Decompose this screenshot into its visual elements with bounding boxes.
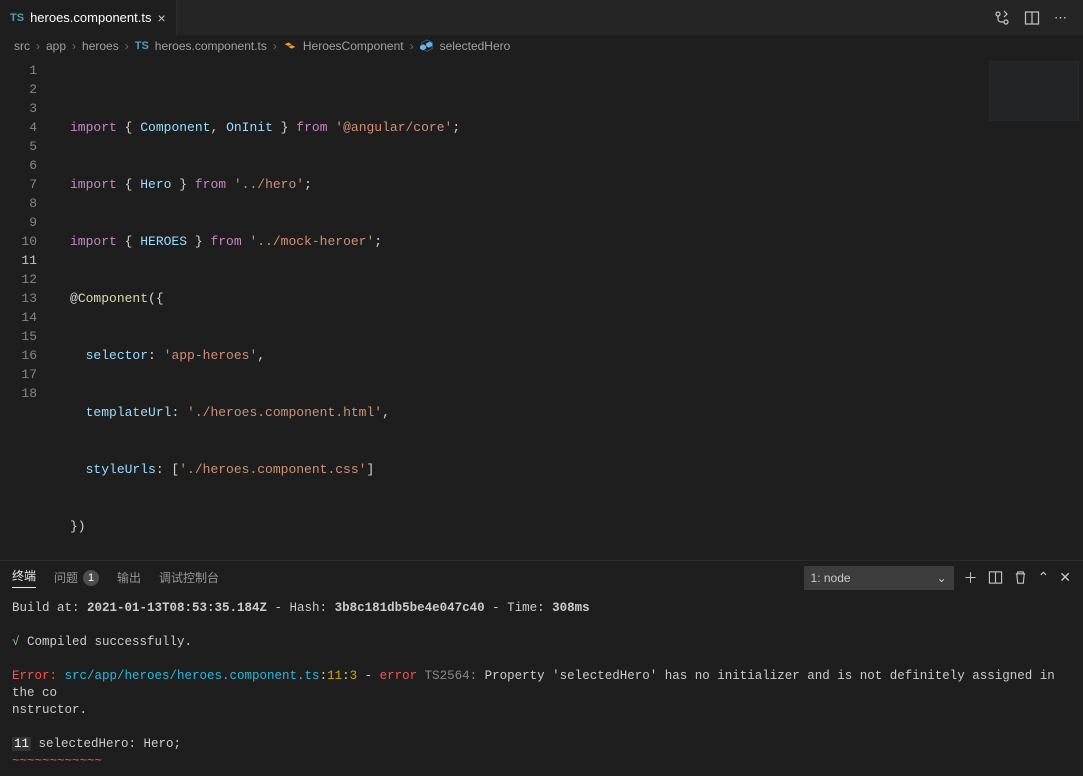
tab-label: heroes.component.ts bbox=[30, 10, 151, 25]
breadcrumb-item[interactable]: selectedHero bbox=[440, 39, 511, 53]
close-panel-icon[interactable]: ✕ bbox=[1059, 569, 1071, 586]
breadcrumb-item[interactable]: heroes.component.ts bbox=[155, 39, 267, 53]
tab-actions: ⋯ bbox=[986, 0, 1075, 35]
line-number[interactable]: 11 bbox=[0, 251, 37, 270]
problems-count-badge: 1 bbox=[83, 570, 99, 586]
line-number[interactable]: 3 bbox=[0, 99, 37, 118]
editor-area: 1 2 3 4 5 6 7 8 9 10 11 12 13 14 15 16 1… bbox=[0, 57, 1083, 560]
line-number[interactable]: 12 bbox=[0, 270, 37, 289]
breadcrumb-item[interactable]: heroes bbox=[82, 39, 119, 53]
panel-tabs: 终端 问题1 输出 调试控制台 1: node ⌄ ＋ ⌃ ✕ bbox=[0, 561, 1083, 594]
chevron-right-icon: › bbox=[273, 39, 277, 53]
ts-file-icon: TS bbox=[135, 40, 149, 52]
line-number[interactable]: 7 bbox=[0, 175, 37, 194]
split-terminal-icon[interactable] bbox=[988, 570, 1003, 585]
close-tab-icon[interactable]: × bbox=[157, 10, 165, 26]
kill-terminal-icon[interactable] bbox=[1013, 570, 1028, 585]
class-icon bbox=[283, 39, 297, 53]
ts-file-icon: TS bbox=[10, 12, 24, 24]
line-number[interactable]: 16 bbox=[0, 346, 37, 365]
more-actions-icon[interactable]: ⋯ bbox=[1054, 10, 1067, 26]
chevron-down-icon: ⌄ bbox=[936, 571, 946, 585]
line-number[interactable]: 6 bbox=[0, 156, 37, 175]
editor-tab[interactable]: TS heroes.component.ts × bbox=[0, 0, 177, 35]
line-number[interactable]: 17 bbox=[0, 365, 37, 384]
terminal-select[interactable]: 1: node ⌄ bbox=[804, 566, 954, 590]
compare-changes-icon[interactable] bbox=[994, 10, 1010, 26]
breadcrumb: src › app › heroes › TS heroes.component… bbox=[0, 35, 1083, 57]
line-number[interactable]: 15 bbox=[0, 327, 37, 346]
breadcrumb-item[interactable]: src bbox=[14, 39, 30, 53]
tab-bar: TS heroes.component.ts × ⋯ bbox=[0, 0, 1083, 35]
tab-terminal[interactable]: 终端 bbox=[12, 567, 36, 588]
breadcrumb-item[interactable]: app bbox=[46, 39, 66, 53]
field-icon bbox=[420, 39, 434, 53]
breadcrumb-item[interactable]: HeroesComponent bbox=[303, 39, 404, 53]
chevron-right-icon: › bbox=[125, 39, 129, 53]
new-terminal-icon[interactable]: ＋ bbox=[964, 568, 978, 588]
line-number[interactable]: 9 bbox=[0, 213, 37, 232]
line-number[interactable]: 18 bbox=[0, 384, 37, 403]
line-number[interactable]: 8 bbox=[0, 194, 37, 213]
maximize-panel-icon[interactable]: ⌃ bbox=[1038, 569, 1050, 586]
code-content[interactable]: import { Component, OnInit } from '@angu… bbox=[55, 57, 1083, 560]
split-editor-icon[interactable] bbox=[1024, 10, 1040, 26]
tab-output[interactable]: 输出 bbox=[117, 569, 141, 586]
chevron-right-icon: › bbox=[72, 39, 76, 53]
line-number[interactable]: 4 bbox=[0, 118, 37, 137]
line-number[interactable]: 14 bbox=[0, 308, 37, 327]
chevron-right-icon: › bbox=[36, 39, 40, 53]
line-gutter: 1 2 3 4 5 6 7 8 9 10 11 12 13 14 15 16 1… bbox=[0, 57, 55, 560]
line-number[interactable]: 2 bbox=[0, 80, 37, 99]
line-number[interactable]: 10 bbox=[0, 232, 37, 251]
chevron-right-icon: › bbox=[410, 39, 414, 53]
bottom-panel: 终端 问题1 输出 调试控制台 1: node ⌄ ＋ ⌃ ✕ Build at… bbox=[0, 560, 1083, 776]
line-number[interactable]: 1 bbox=[0, 61, 37, 80]
tab-debug-console[interactable]: 调试控制台 bbox=[159, 569, 219, 586]
line-number[interactable]: 13 bbox=[0, 289, 37, 308]
terminal-output[interactable]: Build at: 2021-01-13T08:53:35.184Z - Has… bbox=[0, 594, 1083, 776]
panel-actions: 1: node ⌄ ＋ ⌃ ✕ bbox=[804, 566, 1071, 590]
tab-problems[interactable]: 问题1 bbox=[54, 569, 99, 586]
line-number[interactable]: 5 bbox=[0, 137, 37, 156]
minimap[interactable] bbox=[989, 61, 1079, 121]
